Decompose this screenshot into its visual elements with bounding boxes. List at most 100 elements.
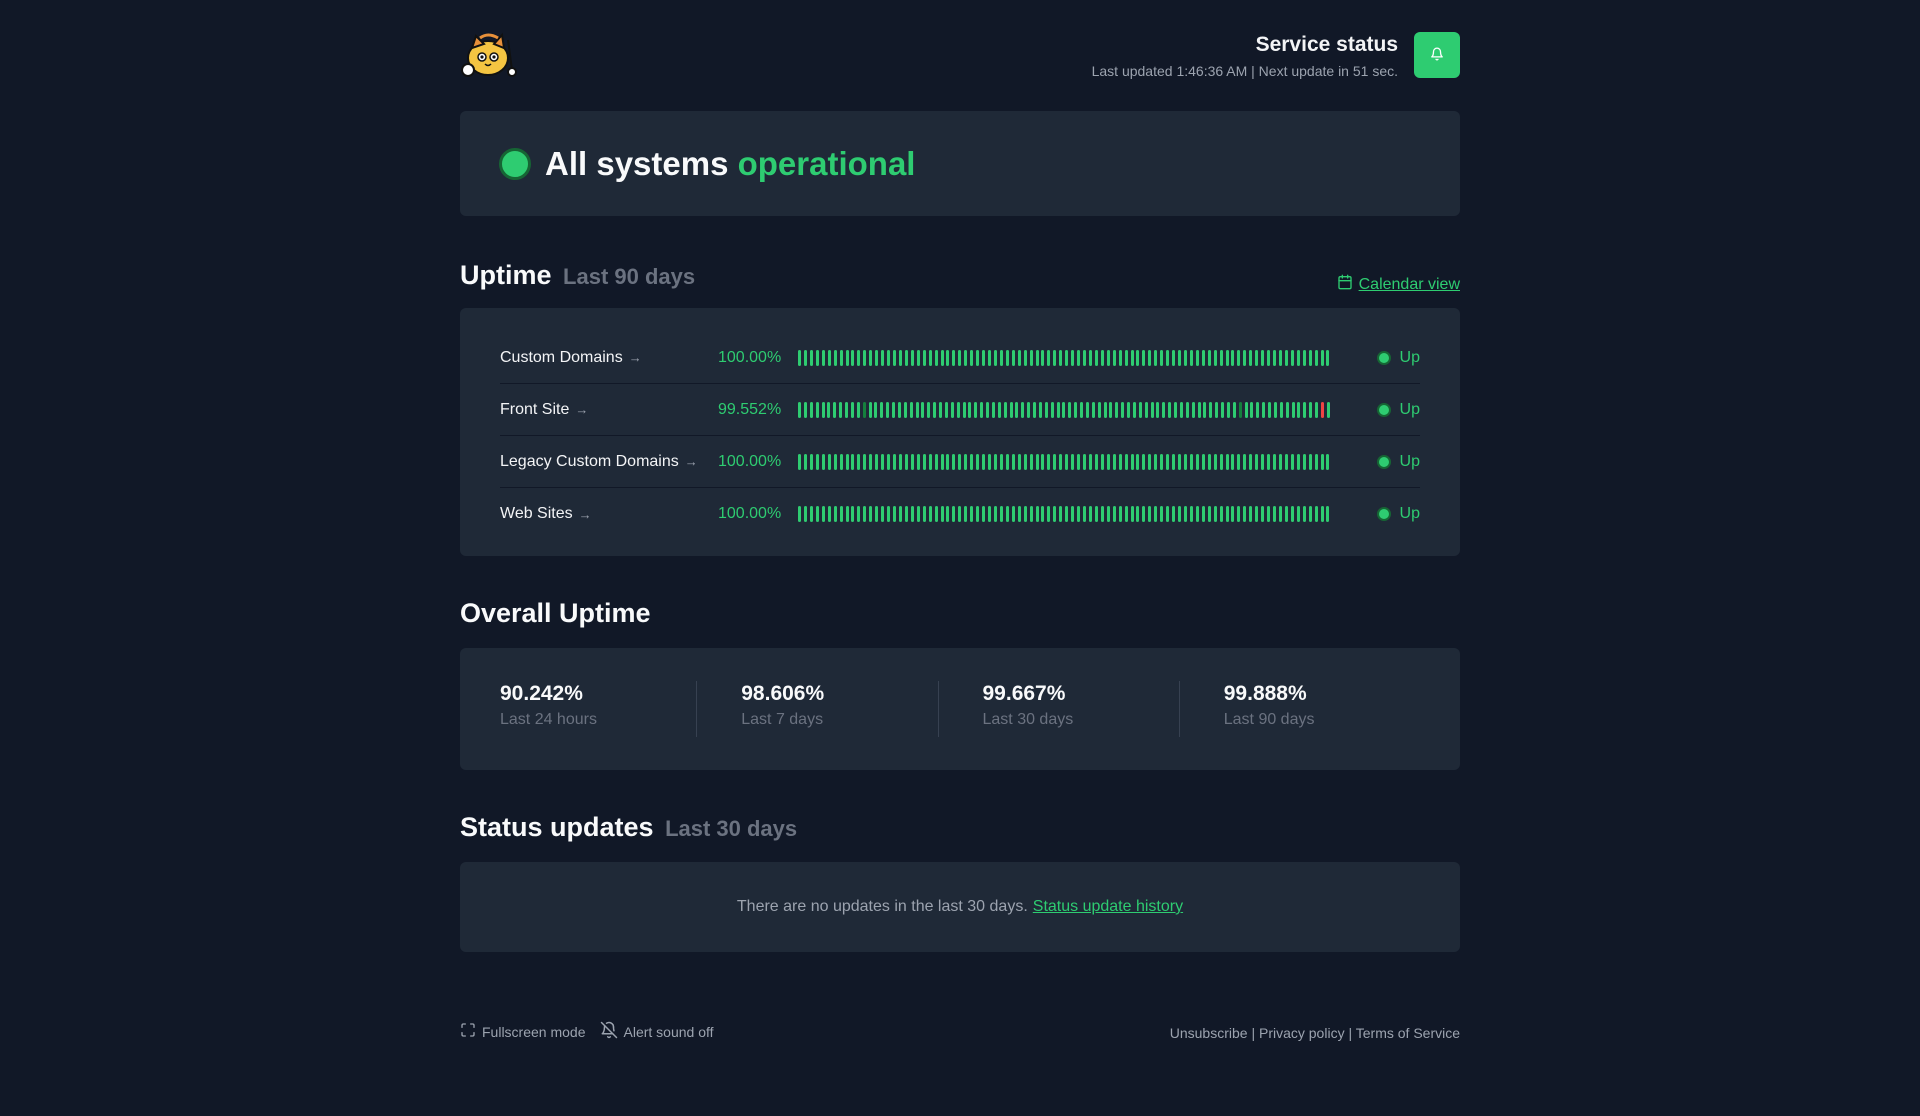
uptime-day-bar[interactable]: [851, 453, 855, 470]
uptime-day-bar[interactable]: [1156, 401, 1160, 418]
uptime-day-bar[interactable]: [964, 349, 968, 366]
uptime-day-bar[interactable]: [798, 401, 801, 418]
uptime-day-bar[interactable]: [910, 453, 914, 470]
uptime-day-bar[interactable]: [1154, 453, 1158, 470]
uptime-day-bar[interactable]: [862, 401, 866, 418]
uptime-day-bar[interactable]: [1249, 453, 1253, 470]
uptime-day-bar[interactable]: [1278, 453, 1282, 470]
uptime-day-bar[interactable]: [988, 506, 991, 522]
uptime-day-bar[interactable]: [1017, 349, 1021, 366]
uptime-day-bar[interactable]: [1136, 453, 1140, 470]
uptime-day-bar[interactable]: [1284, 453, 1288, 470]
uptime-day-bar[interactable]: [803, 349, 807, 366]
uptime-day-bar[interactable]: [1112, 453, 1116, 470]
uptime-day-bar[interactable]: [845, 453, 849, 470]
uptime-day-bar[interactable]: [970, 453, 974, 470]
uptime-day-bar[interactable]: [1142, 349, 1146, 366]
uptime-day-bar[interactable]: [1166, 453, 1170, 470]
uptime-day-bar[interactable]: [869, 506, 873, 522]
uptime-day-bar[interactable]: [940, 453, 944, 470]
uptime-day-bar[interactable]: [869, 453, 873, 470]
uptime-day-bar[interactable]: [1326, 453, 1330, 470]
uptime-day-bar[interactable]: [956, 401, 960, 418]
uptime-day-bar[interactable]: [1065, 506, 1069, 522]
uptime-day-bar[interactable]: [809, 401, 813, 418]
uptime-day-bar[interactable]: [1261, 453, 1265, 470]
uptime-day-bar[interactable]: [1249, 506, 1253, 522]
uptime-day-bar[interactable]: [1225, 453, 1229, 470]
uptime-day-bar[interactable]: [815, 506, 819, 522]
uptime-day-bar[interactable]: [976, 453, 980, 470]
uptime-day-bar[interactable]: [1207, 506, 1211, 522]
uptime-day-bar[interactable]: [1243, 506, 1247, 522]
uptime-day-bar[interactable]: [1011, 349, 1015, 366]
uptime-day-bar[interactable]: [1255, 349, 1259, 366]
uptime-day-bar[interactable]: [910, 349, 914, 366]
uptime-day-bar[interactable]: [798, 453, 801, 470]
uptime-day-bar[interactable]: [1296, 349, 1300, 366]
uptime-day-bar[interactable]: [1201, 349, 1205, 366]
uptime-day-bar[interactable]: [1213, 506, 1217, 522]
uptime-day-bar[interactable]: [1088, 506, 1092, 522]
uptime-day-bar[interactable]: [1285, 401, 1289, 418]
uptime-day-bar[interactable]: [958, 453, 962, 470]
uptime-day-bar[interactable]: [1179, 401, 1183, 418]
uptime-day-bar[interactable]: [1094, 506, 1098, 522]
uptime-day-bar[interactable]: [833, 401, 837, 418]
uptime-day-bar[interactable]: [1118, 349, 1122, 366]
uptime-day-bar[interactable]: [910, 506, 914, 522]
uptime-day-bar[interactable]: [893, 453, 896, 470]
uptime-day-bar[interactable]: [892, 401, 895, 418]
uptime-day-bar[interactable]: [1083, 453, 1086, 470]
uptime-day-bar[interactable]: [833, 349, 837, 366]
uptime-day-bar[interactable]: [946, 453, 950, 470]
uptime-day-bar[interactable]: [1237, 453, 1241, 470]
uptime-day-bar[interactable]: [982, 349, 986, 366]
uptime-day-bar[interactable]: [1044, 401, 1048, 418]
uptime-day-bar[interactable]: [881, 349, 885, 366]
uptime-day-bar[interactable]: [1197, 401, 1201, 418]
uptime-day-bar[interactable]: [1077, 349, 1081, 366]
uptime-day-bar[interactable]: [1029, 453, 1033, 470]
uptime-day-bar[interactable]: [1183, 453, 1187, 470]
uptime-day-bar[interactable]: [1191, 401, 1195, 418]
uptime-day-bar[interactable]: [1207, 453, 1211, 470]
uptime-day-bar[interactable]: [974, 401, 978, 418]
uptime-day-bar[interactable]: [1074, 401, 1078, 418]
uptime-day-bar[interactable]: [1083, 506, 1086, 522]
uptime-day-bar[interactable]: [1132, 401, 1136, 418]
uptime-day-bar[interactable]: [1080, 401, 1083, 418]
uptime-day-bar[interactable]: [827, 401, 831, 418]
uptime-day-bar[interactable]: [1250, 401, 1254, 418]
uptime-day-bar[interactable]: [1326, 506, 1330, 522]
uptime-day-bar[interactable]: [1255, 453, 1259, 470]
uptime-day-bar[interactable]: [821, 349, 825, 366]
uptime-day-bar[interactable]: [922, 349, 926, 366]
uptime-day-bar[interactable]: [970, 349, 974, 366]
uptime-day-bar[interactable]: [1172, 506, 1176, 522]
uptime-day-bar[interactable]: [1231, 349, 1235, 366]
uptime-day-bar[interactable]: [1047, 349, 1051, 366]
uptime-day-bar[interactable]: [916, 506, 920, 522]
uptime-day-bar[interactable]: [1326, 349, 1330, 366]
uptime-day-bar[interactable]: [1201, 506, 1205, 522]
uptime-day-bar[interactable]: [1320, 506, 1324, 522]
uptime-day-bar[interactable]: [1053, 453, 1057, 470]
uptime-day-bar[interactable]: [1320, 349, 1324, 366]
uptime-day-bar[interactable]: [1160, 506, 1164, 522]
uptime-day-bar[interactable]: [921, 401, 925, 418]
uptime-day-bar[interactable]: [857, 453, 861, 470]
uptime-day-bar[interactable]: [915, 401, 919, 418]
uptime-day-bar[interactable]: [898, 506, 902, 522]
uptime-day-bar[interactable]: [821, 401, 825, 418]
uptime-day-bar[interactable]: [1219, 506, 1223, 522]
uptime-day-bar[interactable]: [1183, 349, 1187, 366]
uptime-day-bar[interactable]: [1213, 349, 1217, 366]
uptime-day-bar[interactable]: [1273, 401, 1277, 418]
alert-sound-toggle[interactable]: Alert sound off: [600, 1021, 714, 1042]
uptime-day-bar[interactable]: [1183, 506, 1187, 522]
uptime-day-bar[interactable]: [946, 349, 950, 366]
uptime-day-bar[interactable]: [1201, 453, 1205, 470]
uptime-day-bar[interactable]: [1124, 349, 1128, 366]
uptime-day-bar[interactable]: [964, 506, 968, 522]
